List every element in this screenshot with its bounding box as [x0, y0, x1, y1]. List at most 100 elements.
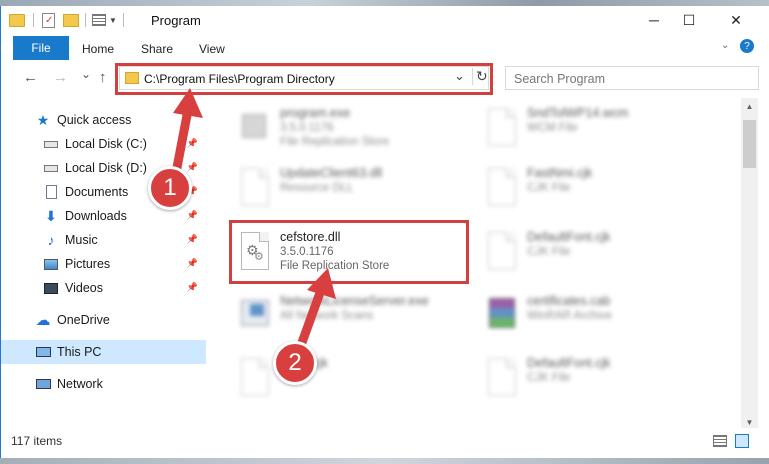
- tab-file[interactable]: File: [13, 36, 69, 60]
- network-icon: [35, 376, 51, 392]
- pin-icon[interactable]: 📌: [187, 258, 198, 269]
- file-tile[interactable]: FastNmi.cjk CJK File: [481, 160, 721, 218]
- step-1-badge: 1: [148, 166, 192, 210]
- tab-home[interactable]: Home: [82, 42, 114, 56]
- file-tile[interactable]: UpdateClient63.dll Resource DLL: [234, 160, 474, 218]
- desktop-background: [0, 458, 769, 464]
- file-tile[interactable]: certificates.cab WinRAR Archive: [481, 288, 721, 346]
- step-2-badge: 2: [273, 341, 317, 385]
- vertical-scrollbar[interactable]: ▲ ▼: [741, 98, 758, 431]
- pictures-icon: [43, 256, 59, 272]
- separator: [33, 13, 34, 27]
- quick-access-toolbar: ✓ ▼: [9, 11, 124, 29]
- large-icons-view-icon[interactable]: [735, 434, 749, 448]
- file-type: Resource DLL: [280, 182, 354, 194]
- file-type: CJK File: [527, 182, 571, 194]
- search-input[interactable]: Search Program: [514, 72, 605, 86]
- folder-icon[interactable]: [9, 13, 25, 27]
- pin-icon[interactable]: 📌: [187, 282, 198, 293]
- file-tile[interactable]: program.exe 3.5.0.1176 File Replication …: [234, 100, 474, 158]
- forward-button[interactable]: →: [53, 69, 68, 86]
- close-button[interactable]: ✕: [713, 6, 759, 34]
- sidebar-item-label: Documents: [65, 185, 129, 199]
- pin-icon[interactable]: 📌: [187, 138, 198, 149]
- drive-icon: [43, 160, 59, 176]
- sidebar-item-label: Local Disk (C:): [65, 137, 147, 151]
- dll-file-icon: [238, 166, 272, 210]
- properties-icon[interactable]: ✓: [42, 12, 55, 28]
- item-count: 117 items: [11, 434, 63, 448]
- customize-toolbar-icon[interactable]: [92, 14, 106, 26]
- scroll-thumb[interactable]: [743, 120, 756, 168]
- computer-icon: [35, 344, 51, 360]
- help-icon[interactable]: ?: [740, 39, 754, 53]
- pin-icon[interactable]: 📌: [187, 162, 198, 173]
- address-highlight-box: [115, 63, 493, 95]
- music-icon: ♪: [47, 232, 55, 248]
- file-description: File Replication Store: [280, 136, 390, 148]
- file-tile[interactable]: Rnml.cjk: [234, 350, 474, 408]
- separator: [122, 13, 124, 27]
- sidebar-item-this-pc[interactable]: This PC: [1, 340, 206, 364]
- sidebar-item-local-disk-c[interactable]: Local Disk (C:) 📌: [1, 132, 206, 156]
- sidebar-item-onedrive[interactable]: ☁ OneDrive: [1, 308, 206, 332]
- file-version: 3.5.0.1176: [280, 122, 334, 134]
- sidebar-item-music[interactable]: ♪ Music 📌: [1, 228, 206, 252]
- file-type: All Network Scans: [280, 310, 374, 322]
- sidebar-item-label: Network: [57, 377, 103, 391]
- file-tile[interactable]: DefaultFont.cjk CJK File: [481, 350, 721, 408]
- sidebar-item-label: OneDrive: [57, 313, 110, 327]
- file-icon: [485, 230, 519, 274]
- details-view-icon[interactable]: [713, 435, 727, 447]
- sidebar-item-label: Videos: [65, 281, 103, 295]
- file-icon: [485, 166, 519, 210]
- navigation-pane: ★ Quick access Local Disk (C:) 📌 Local D…: [1, 98, 206, 423]
- sidebar-item-videos[interactable]: Videos 📌: [1, 276, 206, 300]
- file-name: DefaultFont.cjk: [527, 356, 611, 370]
- file-name: certificates.cab: [527, 294, 611, 308]
- pin-icon[interactable]: 📌: [187, 210, 198, 221]
- file-tile[interactable]: NetworkLicenseServer.exe All Network Sca…: [234, 288, 474, 346]
- cloud-icon: ☁: [35, 312, 51, 329]
- videos-icon: [43, 280, 59, 296]
- tab-share[interactable]: Share: [141, 42, 173, 56]
- sidebar-item-network[interactable]: Network: [1, 372, 206, 396]
- new-folder-icon[interactable]: [63, 13, 79, 27]
- search-box[interactable]: Search Program: [505, 66, 759, 90]
- separator: [85, 13, 86, 27]
- drive-icon: [43, 136, 59, 152]
- sidebar-item-label: Pictures: [65, 257, 111, 271]
- chevron-down-icon[interactable]: ▼: [109, 16, 117, 25]
- back-button[interactable]: ←: [23, 69, 38, 86]
- star-icon: ★: [36, 111, 50, 128]
- file-highlight-box: [229, 220, 469, 284]
- file-tile[interactable]: DefaultFont.cjk CJK File: [481, 224, 721, 282]
- file-name: NetworkLicenseServer.exe: [280, 294, 429, 308]
- expand-ribbon-chevron-icon[interactable]: ⌄: [721, 40, 729, 51]
- sidebar-item-pictures[interactable]: Pictures 📌: [1, 252, 206, 276]
- sidebar-item-label: Quick access: [57, 113, 132, 127]
- recent-locations-button[interactable]: ⌄: [81, 67, 91, 81]
- file-name: FastNmi.cjk: [527, 166, 593, 180]
- file-tile[interactable]: SndTolWP14.wcm WCM File: [481, 100, 721, 158]
- tab-view[interactable]: View: [199, 42, 225, 56]
- file-icon: [238, 356, 272, 400]
- file-name: program.exe: [280, 106, 351, 120]
- exe-file-icon: [238, 106, 272, 150]
- file-icon: [485, 106, 519, 150]
- scroll-up-arrow-icon[interactable]: ▲: [741, 98, 758, 115]
- sidebar-item-label: Music: [65, 233, 98, 247]
- file-name: UpdateClient63.dll: [280, 166, 383, 180]
- maximize-button[interactable]: ☐: [666, 6, 712, 34]
- file-icon: [485, 356, 519, 400]
- sidebar-item-label: Local Disk (D:): [65, 161, 147, 175]
- sidebar-item-quick-access[interactable]: ★ Quick access: [1, 108, 206, 132]
- up-button[interactable]: ↑: [99, 69, 107, 86]
- sidebar-item-label: Downloads: [65, 209, 127, 223]
- download-icon: ⬇: [45, 207, 57, 224]
- file-explorer-window: ✓ ▼ Program ─ ☐ ✕ File Home Share View ⌄…: [0, 6, 769, 458]
- file-type: WCM File: [527, 122, 578, 134]
- pin-icon[interactable]: 📌: [187, 234, 198, 245]
- file-name: SndTolWP14.wcm: [527, 106, 629, 120]
- file-type: CJK File: [527, 246, 571, 258]
